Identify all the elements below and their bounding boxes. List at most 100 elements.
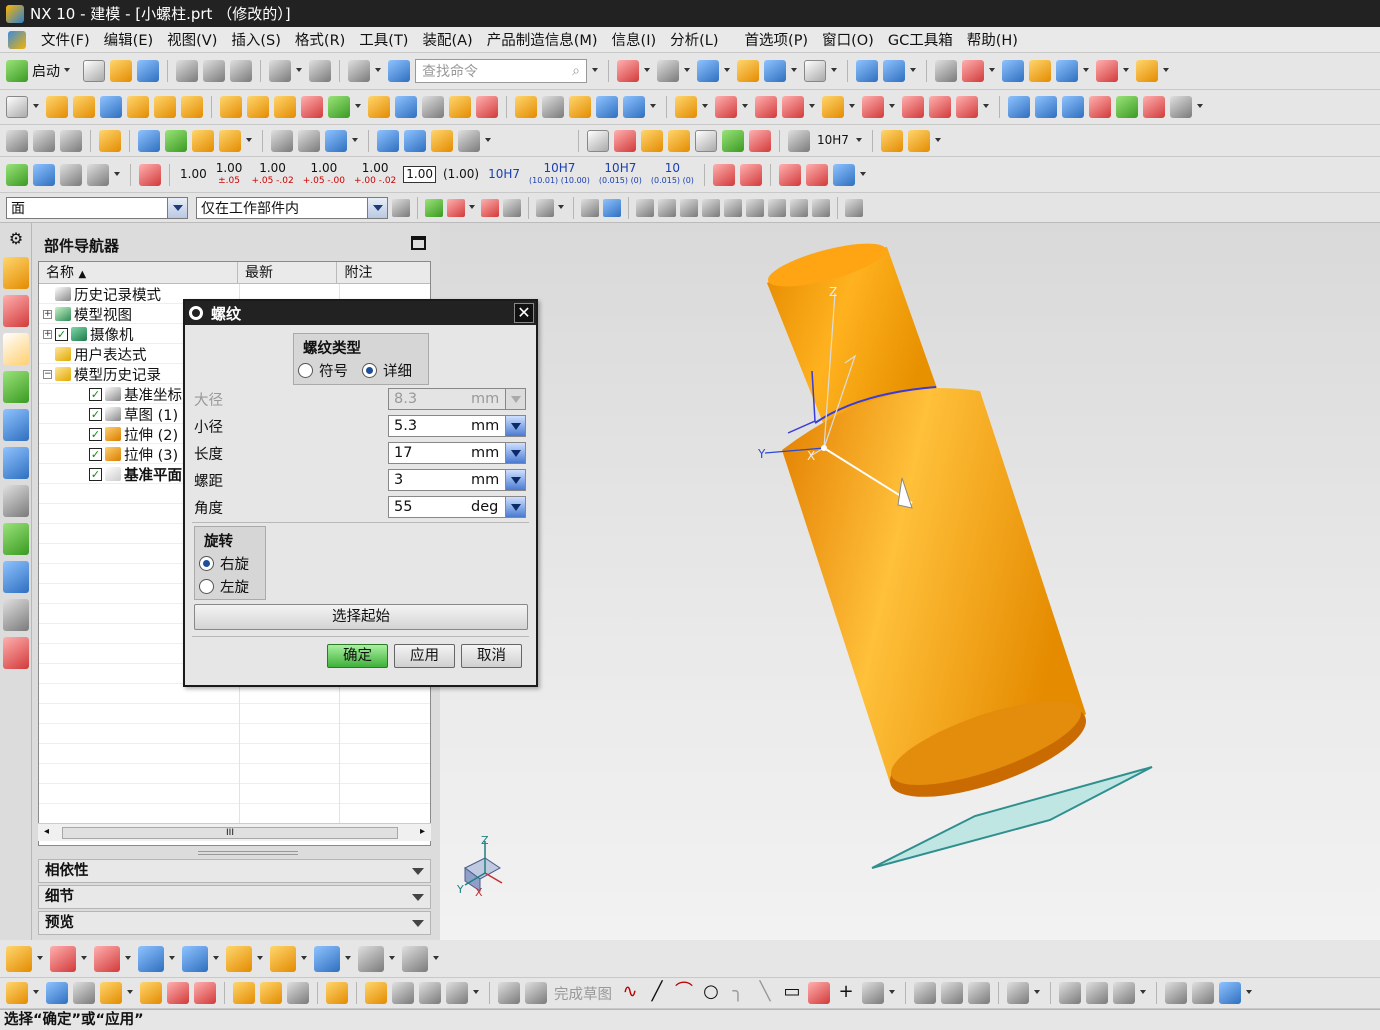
snap-quadrant-icon[interactable]: [746, 198, 764, 217]
studio-surface-icon[interactable]: [1089, 96, 1111, 118]
show-constraints-icon[interactable]: [1113, 982, 1135, 1004]
tree-row-empty[interactable]: [39, 704, 430, 724]
layer-icon[interactable]: [33, 129, 55, 152]
snap-icon[interactable]: [962, 60, 984, 82]
draft-icon[interactable]: [596, 96, 618, 118]
new-component-icon[interactable]: [46, 982, 68, 1004]
angle-icon[interactable]: [87, 163, 109, 186]
process-studio-tab-icon[interactable]: [3, 561, 29, 593]
offset-curve-icon[interactable]: [862, 982, 884, 1004]
select-intent-icon[interactable]: [481, 198, 499, 217]
parts-list-icon[interactable]: [668, 129, 690, 152]
quick-trim-icon[interactable]: [914, 982, 936, 1004]
rectangle-select-icon[interactable]: [536, 198, 554, 217]
fastener-icon[interactable]: [392, 982, 414, 1004]
rib-icon[interactable]: [476, 96, 498, 118]
more-surface-icon[interactable]: [1170, 96, 1192, 118]
text-style-icon[interactable]: [314, 945, 340, 972]
rotation-left-hand-radio[interactable]: 左旋: [199, 576, 249, 597]
snap-on-curve-icon[interactable]: [790, 198, 808, 217]
move-component-icon[interactable]: [140, 982, 162, 1004]
fit-chart-icon[interactable]: [788, 129, 810, 152]
pattern-feature-icon[interactable]: [782, 96, 804, 118]
menu-help[interactable]: 帮助(H): [960, 29, 1025, 50]
checkbox-checked-icon[interactable]: ✓: [55, 327, 68, 341]
part-navigator-tab-icon[interactable]: [3, 333, 29, 365]
spring-icon[interactable]: [377, 129, 399, 152]
checkbox-checked-icon[interactable]: ✓: [89, 387, 102, 401]
angle-field[interactable]: 55 deg: [388, 496, 526, 518]
weld-icon[interactable]: [419, 982, 441, 1004]
system-materials-tab-icon[interactable]: [3, 523, 29, 555]
column-comment[interactable]: 附注: [337, 262, 430, 283]
layer-visibility-icon[interactable]: [226, 945, 252, 972]
constraint-icon[interactable]: [1007, 982, 1029, 1004]
menu-tools[interactable]: 工具(T): [352, 29, 415, 50]
tolerance-nominal[interactable]: 1.00: [178, 168, 209, 180]
boss-icon[interactable]: [247, 96, 269, 118]
gear-tool-icon[interactable]: [458, 129, 480, 152]
tolerance-fit-value[interactable]: 10 (0.015) (0): [649, 162, 696, 186]
sketch-icon[interactable]: [6, 96, 28, 118]
roles-tab-icon[interactable]: [3, 637, 29, 669]
tree-row-empty[interactable]: [39, 744, 430, 764]
border-icon[interactable]: [695, 129, 717, 152]
tolerance-basic[interactable]: 1.00: [403, 166, 436, 183]
snap-existing-point-icon[interactable]: [768, 198, 786, 217]
gear-icon[interactable]: [189, 306, 203, 320]
menu-analysis[interactable]: 分析(L): [663, 29, 725, 50]
annotation-icon[interactable]: [271, 129, 293, 152]
wcs-icon[interactable]: [764, 60, 786, 82]
bolt-icon[interactable]: [404, 129, 426, 152]
pad-icon[interactable]: [301, 96, 323, 118]
object-display-icon[interactable]: [60, 129, 82, 152]
snap-control-icon[interactable]: [680, 198, 698, 217]
snap-on-face-icon[interactable]: [812, 198, 830, 217]
horizontal-scrollbar[interactable]: ◂ III ▸: [38, 823, 431, 841]
quick-extend-icon[interactable]: [941, 982, 963, 1004]
split-body-icon[interactable]: [862, 96, 884, 118]
tolerance-unilateral-below[interactable]: 1.00 +.00 -.02: [352, 162, 398, 187]
chevron-down-icon[interactable]: [505, 443, 525, 463]
patch-icon[interactable]: [956, 96, 978, 118]
collapse-icon[interactable]: −: [43, 369, 52, 379]
scroll-right-icon[interactable]: ▸: [420, 826, 425, 837]
checkbox-checked-icon[interactable]: ✓: [89, 467, 102, 481]
thread-icon[interactable]: [395, 96, 417, 118]
assembly-navigator-icon[interactable]: [883, 60, 905, 82]
bridge-curve-icon[interactable]: [1143, 96, 1165, 118]
move-object-icon[interactable]: [856, 60, 878, 82]
assemblies-icon[interactable]: [138, 129, 160, 152]
datum-feature-icon[interactable]: [325, 129, 347, 152]
subtract-icon[interactable]: [715, 96, 737, 118]
component-pattern-icon[interactable]: [100, 982, 122, 1004]
reuse-library-icon[interactable]: [192, 129, 214, 152]
geometric-constraint-icon[interactable]: [1086, 982, 1108, 1004]
menu-view[interactable]: 视图(V): [160, 29, 224, 50]
diameter-icon[interactable]: [778, 163, 801, 186]
minor-diameter-field[interactable]: 5.3 mm: [388, 415, 526, 437]
annotation-text-icon[interactable]: [402, 945, 428, 972]
history-tab-icon[interactable]: [3, 485, 29, 517]
arc-icon[interactable]: ⌒: [673, 982, 695, 1004]
wave-link-icon[interactable]: [50, 945, 76, 972]
extrude-icon[interactable]: [46, 96, 68, 118]
tolerance-bilateral-two[interactable]: 1.00 +.05 -.02: [249, 162, 295, 187]
chevron-down-icon[interactable]: [505, 416, 525, 436]
datum-csys-icon[interactable]: [6, 129, 28, 152]
section-preview[interactable]: 预览: [38, 911, 431, 935]
type-filter-select[interactable]: 面: [6, 196, 188, 219]
chevron-down-icon[interactable]: [505, 470, 525, 490]
tolerance-reference[interactable]: (1.00): [441, 168, 481, 180]
tolerance-fit-plusminus[interactable]: 10H7 (0.015) (0): [597, 162, 644, 186]
trim-body-icon[interactable]: [623, 96, 645, 118]
tolerance-fit[interactable]: 10H7: [486, 168, 522, 180]
repeat-command-icon[interactable]: [348, 60, 370, 82]
frame-icon[interactable]: [139, 163, 161, 186]
undo-icon[interactable]: [269, 60, 291, 82]
close-button[interactable]: ✕: [514, 303, 534, 323]
view-creation-icon[interactable]: [138, 945, 164, 972]
chamfer-icon[interactable]: [542, 96, 564, 118]
cancel-button[interactable]: 取消: [461, 644, 522, 668]
reuse-library-tab-icon[interactable]: [3, 371, 29, 403]
